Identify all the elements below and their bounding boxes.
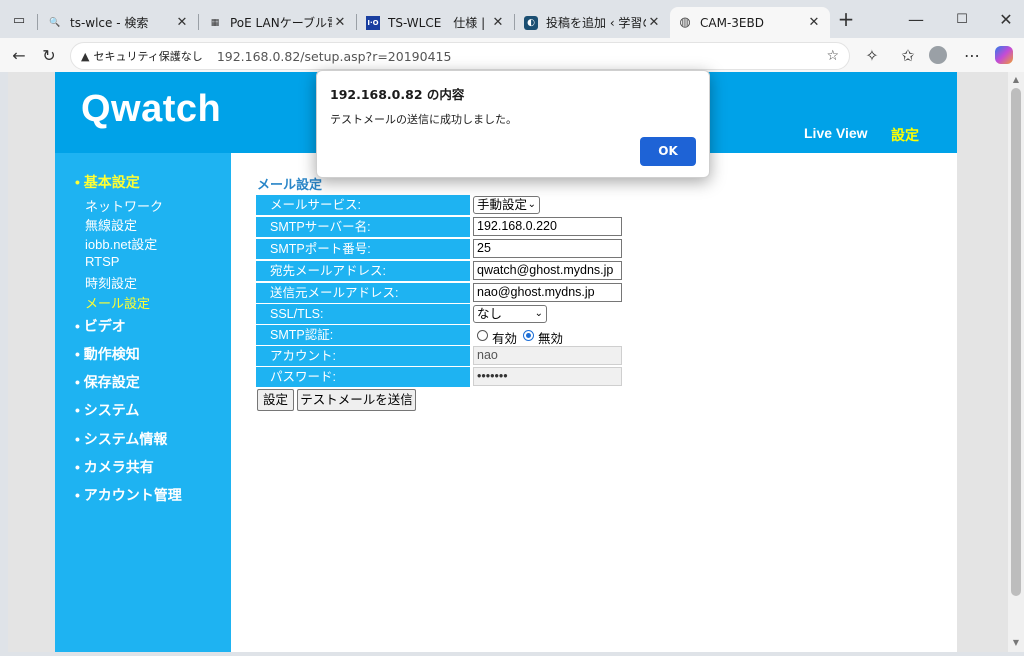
- auth-enable-radio[interactable]: [477, 330, 488, 341]
- copilot-icon[interactable]: [993, 44, 1015, 66]
- label-mail-service: メールサービス:: [256, 195, 470, 215]
- close-tab-icon[interactable]: ✕: [490, 15, 506, 30]
- password-input: •••••••: [473, 367, 622, 386]
- auth-disable-radio[interactable]: [523, 330, 534, 341]
- settings-sidebar: • 基本設定 ネットワーク 無線設定 iobb.net設定 RTSP 時刻設定 …: [55, 153, 231, 652]
- chip-icon: ▦: [210, 17, 220, 28]
- back-icon[interactable]: ←: [8, 44, 30, 66]
- tab-title: PoE LANケーブル電源供: [230, 16, 332, 30]
- sidebar-item-wireless[interactable]: 無線設定: [85, 215, 137, 234]
- tab-title: 投稿を追加 ‹ 学習の補助: [546, 16, 646, 30]
- tab-separator: [37, 14, 38, 30]
- sidebar-item-iobb[interactable]: iobb.net設定: [85, 234, 157, 253]
- sidebar-item-time[interactable]: 時刻設定: [85, 273, 137, 292]
- more-menu-icon[interactable]: ⋯: [961, 44, 983, 66]
- close-tab-icon[interactable]: ✕: [646, 15, 662, 30]
- favorites-icon[interactable]: ✩: [897, 44, 919, 66]
- refresh-icon[interactable]: ↻: [38, 44, 60, 66]
- scroll-down-icon[interactable]: ▼: [1011, 638, 1021, 648]
- profile-avatar-icon[interactable]: [927, 44, 949, 66]
- address-bar[interactable]: ▲ セキュリティ保護なし 192.168.0.82/setup.asp?r=20…: [70, 42, 850, 70]
- auth-disable-label[interactable]: 無効: [538, 328, 563, 347]
- page-scrollbar[interactable]: ▲ ▼: [1008, 72, 1024, 652]
- sidebar-item-mail[interactable]: メール設定: [85, 293, 150, 312]
- warning-icon[interactable]: ▲: [81, 50, 89, 63]
- url-text[interactable]: 192.168.0.82/setup.asp?r=20190415: [217, 49, 452, 64]
- mail-service-value: 手動設定: [477, 198, 528, 212]
- search-icon: 🔍: [49, 17, 61, 28]
- tab-title: CAM-3EBD: [700, 15, 764, 30]
- smtp-server-input[interactable]: 192.168.0.220: [473, 217, 622, 236]
- close-tab-icon[interactable]: ✕: [806, 15, 822, 30]
- tab-separator: [514, 14, 515, 30]
- label-password: パスワード:: [256, 367, 470, 387]
- sidebar-item-rtsp[interactable]: RTSP: [85, 254, 119, 269]
- label-to-address: 宛先メールアドレス:: [256, 261, 470, 281]
- label-smtp-port: SMTPポート番号:: [256, 239, 470, 259]
- sidebar-section-system[interactable]: • システム: [75, 400, 139, 420]
- maximize-icon[interactable]: ☐: [951, 8, 973, 30]
- scroll-up-icon[interactable]: ▲: [1011, 75, 1021, 85]
- label-smtp-server: SMTPサーバー名:: [256, 217, 470, 237]
- mail-service-select[interactable]: 手動設定 ⌄: [473, 196, 540, 214]
- close-window-icon[interactable]: ✕: [995, 8, 1017, 30]
- tab-actions-icon[interactable]: ▭: [8, 9, 30, 31]
- tab-title: ts-wlce - 検索: [70, 16, 149, 30]
- globe-icon: ◍: [679, 15, 691, 30]
- label-ssl-tls: SSL/TLS:: [256, 304, 470, 324]
- dialog-message: テストメールの送信に成功しました。: [330, 113, 517, 126]
- ssl-tls-select[interactable]: なし ⌄: [473, 305, 547, 323]
- browser-tab-strip: ▭ 🔍 ts-wlce - 検索 ✕ ▦ PoE LANケーブル電源供 ✕ I·…: [0, 0, 1024, 38]
- security-label[interactable]: セキュリティ保護なし: [93, 48, 202, 64]
- smtp-port-input[interactable]: 25: [473, 239, 622, 258]
- nav-settings[interactable]: 設定: [891, 125, 919, 145]
- close-tab-icon[interactable]: ✕: [332, 15, 348, 30]
- sidebar-section-motion[interactable]: • 動作検知: [75, 344, 140, 364]
- sidebar-item-network[interactable]: ネットワーク: [85, 196, 163, 215]
- tab-separator: [198, 14, 199, 30]
- form-title: メール設定: [257, 177, 323, 192]
- favorite-star-icon[interactable]: ☆: [826, 48, 839, 64]
- auth-enable-label[interactable]: 有効: [492, 328, 517, 347]
- close-tab-icon[interactable]: ✕: [174, 15, 190, 30]
- tab-wordpress-post[interactable]: ◐ 投稿を追加 ‹ 学習の補助 ✕: [516, 7, 670, 38]
- tab-ts-wlce-spec[interactable]: I·O TS-WLCE 仕様 | ネット ✕: [358, 7, 514, 38]
- tab-poe-lan[interactable]: ▦ PoE LANケーブル電源供 ✕: [200, 7, 356, 38]
- label-account: アカウント:: [256, 346, 470, 366]
- label-from-address: 送信元メールアドレス:: [256, 283, 470, 303]
- tab-title: TS-WLCE 仕様 | ネット: [388, 16, 490, 30]
- tab-ts-wlce-search[interactable]: 🔍 ts-wlce - 検索 ✕: [40, 7, 198, 38]
- dialog-ok-button[interactable]: OK: [640, 137, 696, 166]
- from-address-input[interactable]: nao@ghost.mydns.jp: [473, 283, 622, 302]
- scrollbar-thumb[interactable]: [1011, 88, 1021, 596]
- sidebar-section-storage[interactable]: • 保存設定: [75, 372, 140, 392]
- qwatch-logo: Qwatch: [81, 88, 222, 130]
- ssl-tls-value: なし: [477, 307, 503, 321]
- tab-cam-3ebd[interactable]: ◍ CAM-3EBD ✕: [670, 7, 830, 38]
- nav-live-view[interactable]: Live View: [804, 125, 868, 141]
- extensions-icon[interactable]: ✧: [861, 44, 883, 66]
- smtp-auth-radio-group: 有効 無効: [477, 328, 597, 347]
- alert-dialog: 192.168.0.82 の内容 テストメールの送信に成功しました。 OK: [316, 70, 710, 178]
- dialog-title: 192.168.0.82 の内容: [330, 87, 465, 102]
- sidebar-section-basic[interactable]: • 基本設定: [75, 172, 140, 192]
- new-tab-icon[interactable]: +: [835, 7, 857, 31]
- send-test-mail-button[interactable]: テストメールを送信: [297, 389, 416, 411]
- sidebar-section-account[interactable]: • アカウント管理: [75, 485, 182, 505]
- label-smtp-auth: SMTP認証:: [256, 325, 470, 345]
- mail-settings-panel: メール設定 メールサービス: 手動設定 ⌄ SMTPサーバー名: 192.168.…: [231, 153, 957, 652]
- sidebar-section-video[interactable]: • ビデオ: [75, 316, 126, 336]
- minimize-icon[interactable]: —: [905, 8, 927, 30]
- wordpress-icon: ◐: [524, 15, 538, 30]
- tab-separator: [356, 14, 357, 30]
- chevron-down-icon: ⌄: [527, 199, 536, 210]
- sidebar-section-system-info[interactable]: • システム情報: [75, 429, 167, 449]
- save-button[interactable]: 設定: [257, 389, 294, 411]
- browser-toolbar: ← ↻ ▲ セキュリティ保護なし 192.168.0.82/setup.asp?…: [0, 38, 1024, 72]
- sidebar-section-camera-share[interactable]: • カメラ共有: [75, 457, 154, 477]
- chevron-down-icon: ⌄: [534, 308, 543, 319]
- iodata-icon: I·O: [366, 15, 380, 30]
- account-input: nao: [473, 346, 622, 365]
- to-address-input[interactable]: qwatch@ghost.mydns.jp: [473, 261, 622, 280]
